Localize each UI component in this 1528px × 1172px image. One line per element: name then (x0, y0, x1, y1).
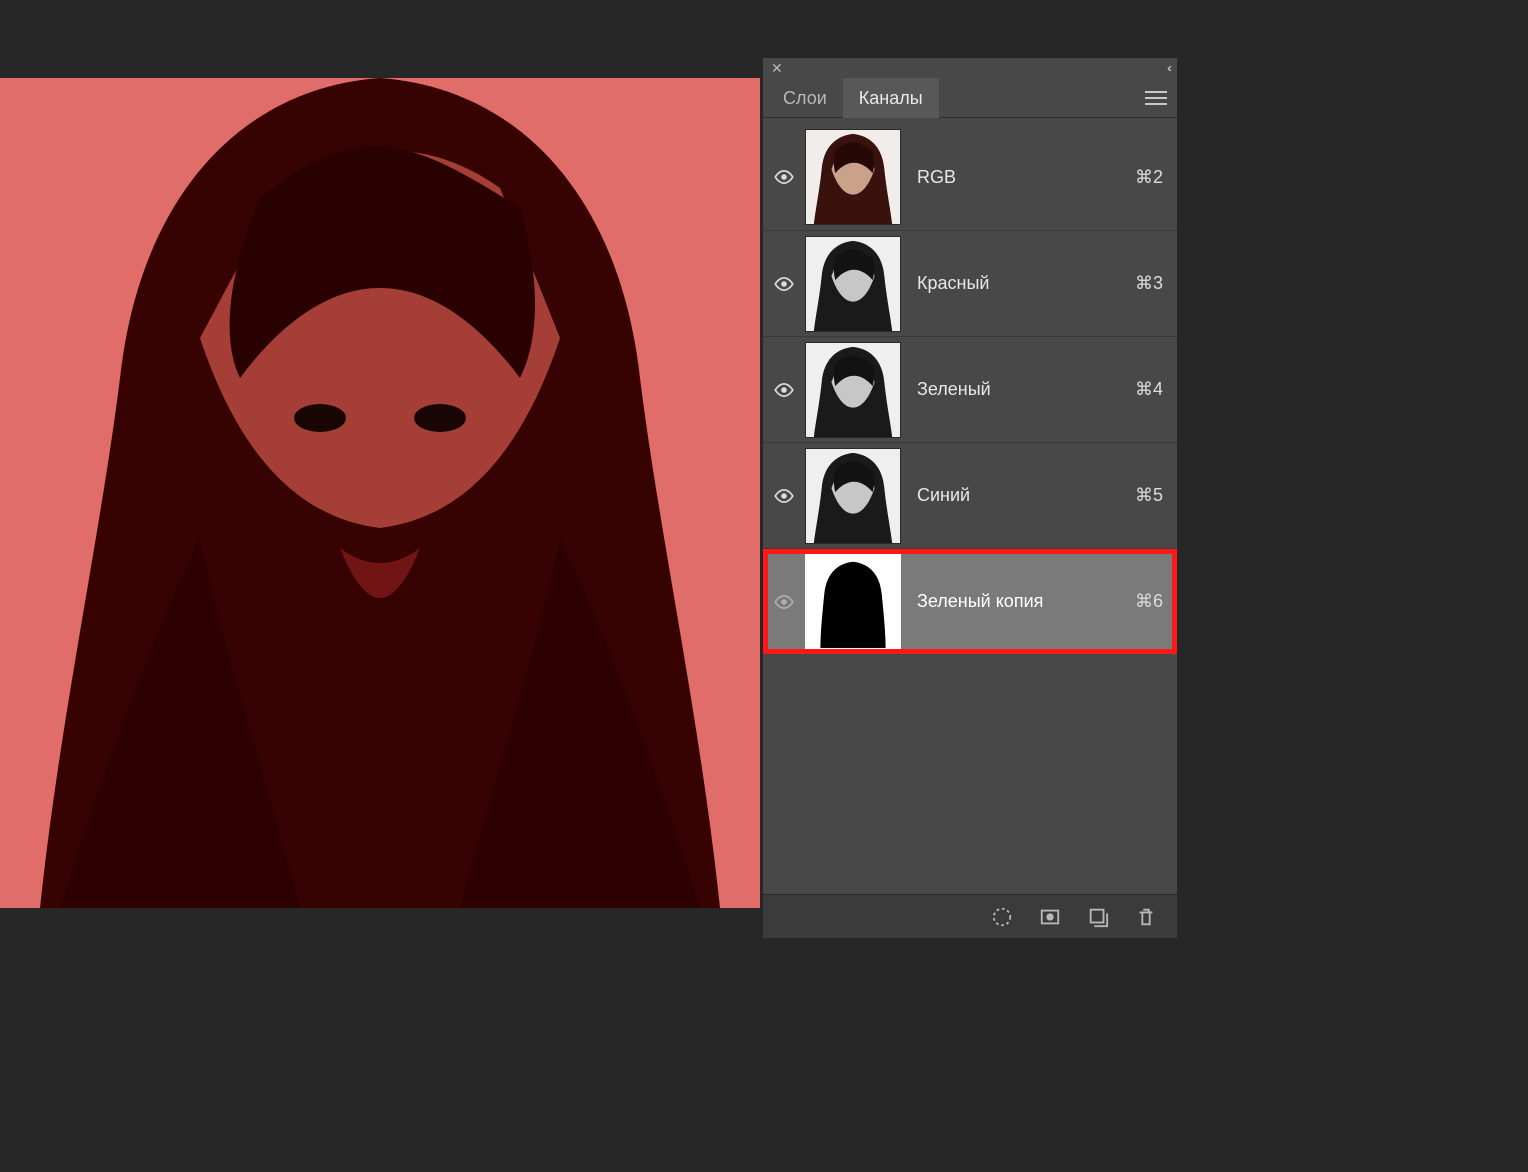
channel-row[interactable]: Зеленый⌘4 (763, 336, 1177, 442)
channel-thumbnail[interactable] (805, 236, 901, 332)
tab-channels[interactable]: Каналы (843, 78, 939, 118)
channel-shortcut: ⌘4 (1135, 379, 1163, 400)
save-mask-button[interactable] (1037, 904, 1063, 930)
new-icon (1087, 906, 1109, 928)
channel-thumbnail[interactable] (805, 342, 901, 438)
visibility-icon (773, 489, 795, 503)
visibility-toggle[interactable] (763, 277, 805, 291)
channel-thumbnail[interactable] (805, 554, 901, 650)
visibility-toggle[interactable] (763, 489, 805, 503)
visibility-icon (773, 383, 795, 397)
visibility-toggle[interactable] (763, 383, 805, 397)
channel-shortcut: ⌘6 (1135, 591, 1163, 612)
channel-shortcut: ⌘5 (1135, 485, 1163, 506)
channels-panel: ✕ ‹‹ Слои Каналы RGB⌘2Красный⌘3Зеленый⌘4… (763, 58, 1177, 938)
document-canvas[interactable] (0, 78, 760, 908)
visibility-icon (773, 595, 795, 609)
load-selection-button[interactable] (989, 904, 1015, 930)
channel-shortcut: ⌘3 (1135, 273, 1163, 294)
visibility-toggle[interactable] (763, 170, 805, 184)
tab-layers[interactable]: Слои (767, 78, 843, 118)
delete-channel-button[interactable] (1133, 904, 1159, 930)
channels-toolbar (763, 894, 1177, 938)
channel-name: Красный (917, 273, 1135, 294)
panel-menu-icon[interactable] (1145, 91, 1167, 105)
channel-row[interactable]: Красный⌘3 (763, 230, 1177, 336)
channel-row[interactable]: RGB⌘2 (763, 124, 1177, 230)
channel-thumbnail[interactable] (805, 129, 901, 225)
channel-name: RGB (917, 167, 1135, 188)
quickmask-overlay (0, 78, 760, 908)
trash-icon (1135, 906, 1157, 928)
panel-collapse-icon[interactable]: ‹‹ (1167, 61, 1169, 75)
mask-icon (1039, 906, 1061, 928)
channel-row[interactable]: Зеленый копия⌘6 (763, 548, 1177, 654)
panel-tabbar: Слои Каналы (763, 78, 1177, 118)
visibility-icon (773, 277, 795, 291)
visibility-icon (773, 170, 795, 184)
channel-name: Зеленый (917, 379, 1135, 400)
panel-close-icon[interactable]: ✕ (771, 60, 783, 77)
channel-name: Синий (917, 485, 1135, 506)
new-channel-button[interactable] (1085, 904, 1111, 930)
visibility-toggle[interactable] (763, 595, 805, 609)
panel-topbar: ✕ ‹‹ (763, 58, 1177, 78)
channel-list: RGB⌘2Красный⌘3Зеленый⌘4Синий⌘5Зеленый ко… (763, 118, 1177, 894)
channel-shortcut: ⌘2 (1135, 167, 1163, 188)
channel-row[interactable]: Синий⌘5 (763, 442, 1177, 548)
selection-icon (991, 906, 1013, 928)
channel-thumbnail[interactable] (805, 448, 901, 544)
channel-name: Зеленый копия (917, 591, 1135, 612)
